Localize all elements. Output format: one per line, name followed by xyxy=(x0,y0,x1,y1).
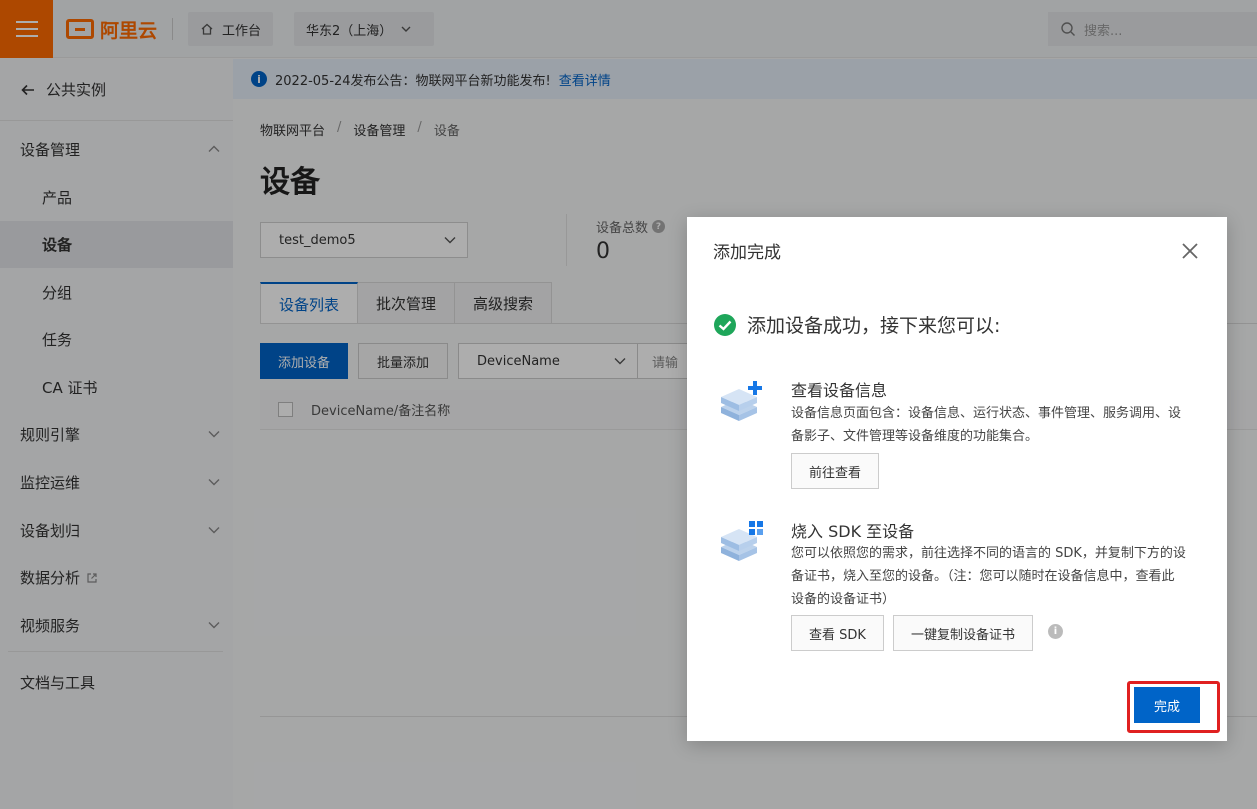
device-stack-add-icon xyxy=(721,381,762,421)
desc-line: 备证书，烧入至您的设备。（注：您可以随时在设备信息中，查看此 xyxy=(791,569,1175,584)
desc-line: 设备的设备证书） xyxy=(791,592,896,607)
section-view-device-desc: 设备信息页面包含：设备信息、运行状态、事件管理、服务调用、设 备影子、文件管理等… xyxy=(791,402,1205,448)
view-sdk-button[interactable]: 查看 SDK xyxy=(791,615,884,651)
go-view-button[interactable]: 前往查看 xyxy=(791,453,880,489)
copy-device-cert-button[interactable]: 一键复制设备证书 xyxy=(893,615,1034,651)
finish-button-highlight xyxy=(1127,681,1220,733)
section-sdk-desc: 您可以依照您的需求，前往选择不同的语言的 SDK，并复制下方的设 备证书，烧入至… xyxy=(791,542,1205,611)
section-view-device-title: 查看设备信息 xyxy=(791,381,888,400)
desc-line: 您可以依照您的需求，前往选择不同的语言的 SDK，并复制下方的设 xyxy=(791,546,1186,561)
info-icon[interactable]: i xyxy=(1048,624,1063,639)
dialog-title: 添加完成 xyxy=(713,243,781,263)
add-complete-dialog: 添加完成 添加设备成功，接下来您可以: 查看设备信息 设备信息页面包含：设备信息… xyxy=(687,217,1227,741)
success-message: 添加设备成功，接下来您可以: xyxy=(713,311,1000,338)
device-stack-sdk-icon xyxy=(721,521,763,561)
close-icon[interactable] xyxy=(1178,239,1202,263)
desc-line: 备影子、文件管理等设备维度的功能集合。 xyxy=(791,429,1039,444)
section-sdk-title: 烧入 SDK 至设备 xyxy=(791,522,915,541)
desc-line: 设备信息页面包含：设备信息、运行状态、事件管理、服务调用、设 xyxy=(791,406,1182,421)
check-circle-icon xyxy=(714,313,736,336)
success-text: 添加设备成功，接下来您可以: xyxy=(747,315,1001,337)
